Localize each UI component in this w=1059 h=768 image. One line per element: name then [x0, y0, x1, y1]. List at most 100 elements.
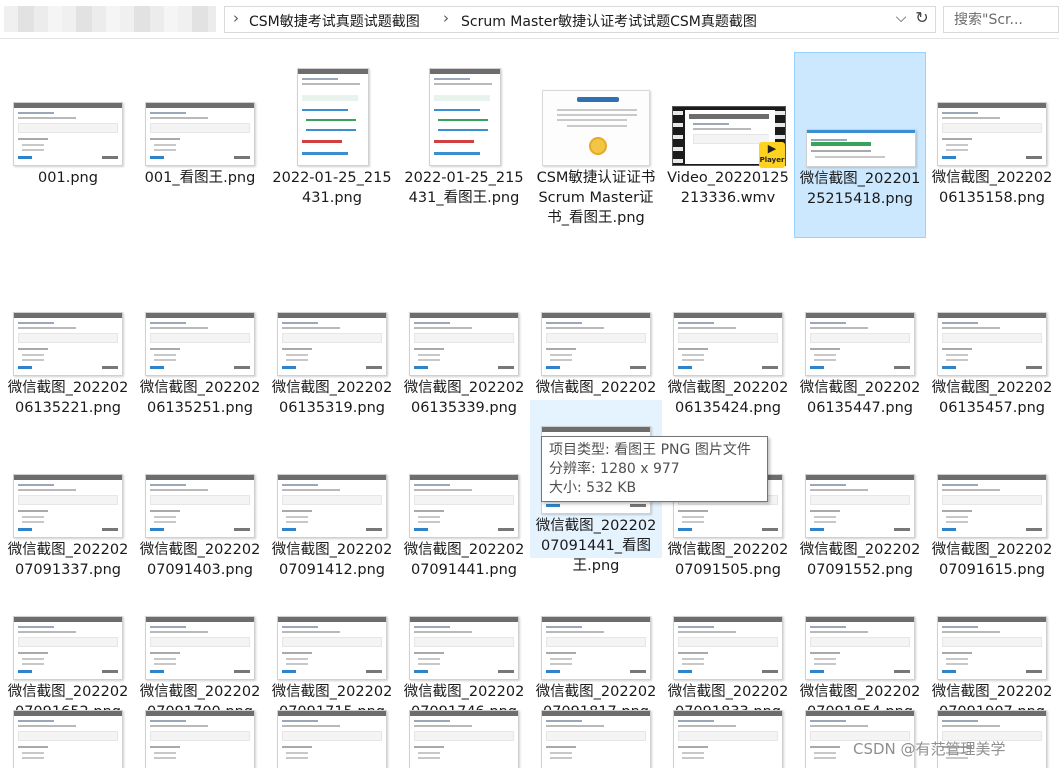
image-thumbnail — [145, 616, 255, 680]
image-thumbnail — [145, 102, 255, 166]
search-box[interactable] — [943, 6, 1059, 33]
image-thumbnail — [277, 312, 387, 376]
file-item[interactable] — [2, 708, 134, 768]
file-name-label: 微信截图_20220125215418.png — [799, 171, 921, 207]
file-item[interactable]: 微信截图_20220207091854.png — [794, 566, 926, 722]
image-thumbnail — [805, 312, 915, 376]
chevron-down-icon[interactable]: ⌵ — [893, 10, 909, 28]
file-item[interactable]: 微信截图_20220207091652.png — [2, 566, 134, 722]
file-item[interactable]: 微信截图_20220207091337.png — [2, 424, 134, 580]
image-thumbnail — [145, 710, 255, 768]
image-thumbnail — [805, 616, 915, 680]
image-thumbnail — [541, 710, 651, 768]
file-name-label: 微信截图_20220206135339.png — [403, 380, 525, 416]
image-thumbnail — [13, 474, 123, 538]
breadcrumb[interactable]: › CSM敏捷考试真题试题截图 › Scrum Master敏捷认证考试试题CS… — [224, 6, 936, 33]
breadcrumb-item-csm-folder[interactable]: CSM敏捷考试真题试题截图 — [249, 11, 420, 31]
file-name-label: 微信截图_20220206135221.png — [7, 380, 129, 416]
play-icon: ▶ Player — [759, 142, 785, 168]
file-name-label: Video_20220125213336.wmv — [667, 170, 789, 206]
file-item[interactable] — [266, 708, 398, 768]
file-item[interactable]: 微信截图_20220207091907.png — [926, 566, 1058, 722]
file-name-label: 微信截图_20220206135251.png — [139, 380, 261, 416]
file-item[interactable]: 微信截图_20220207091403.png — [134, 424, 266, 580]
file-item[interactable]: 微信截图_20220207091412.png — [266, 424, 398, 580]
file-item[interactable]: 微信截图_20220125215418.png — [794, 52, 926, 238]
image-thumbnail — [937, 102, 1047, 166]
address-bar: › CSM敏捷考试真题试题截图 › Scrum Master敏捷认证考试试题CS… — [0, 0, 1059, 39]
file-item[interactable]: ▶ Player Video_20220125213336.wmv — [662, 52, 794, 208]
certificate-thumbnail — [542, 90, 650, 166]
image-thumbnail — [673, 312, 783, 376]
file-item[interactable]: 微信截图_20220206135457.png — [926, 262, 1058, 418]
file-item[interactable] — [398, 708, 530, 768]
image-thumbnail — [409, 616, 519, 680]
file-item[interactable]: 微信截图_20220207091441.png — [398, 424, 530, 580]
file-item[interactable]: 微信截图_20220207091817.png — [530, 566, 662, 722]
image-thumbnail — [409, 710, 519, 768]
file-name-label: 微信截图_20220206135457.png — [931, 380, 1053, 416]
refresh-icon[interactable]: ↻ — [911, 8, 933, 30]
search-input[interactable] — [944, 7, 1058, 32]
blurred-navigation-area — [4, 6, 216, 32]
image-thumbnail — [277, 474, 387, 538]
image-thumbnail — [541, 616, 651, 680]
chevron-right-icon[interactable]: › — [443, 9, 449, 27]
image-thumbnail — [937, 474, 1047, 538]
file-info-tooltip: 项目类型: 看图王 PNG 图片文件 分辨率: 1280 x 977 大小: 5… — [541, 436, 768, 502]
file-item[interactable]: 微信截图_20220207091715.png — [266, 566, 398, 722]
image-thumbnail — [806, 129, 916, 167]
file-item[interactable]: 微信截图_20220206135414.png — [530, 262, 662, 418]
file-item[interactable]: 微信截图_20220207091552.png — [794, 424, 926, 580]
image-thumbnail — [409, 312, 519, 376]
image-thumbnail — [13, 312, 123, 376]
file-name-label: 2022-01-25_215431.png — [272, 170, 392, 206]
file-name-label: 001.png — [38, 170, 98, 186]
file-item[interactable]: 微信截图_20220206135447.png — [794, 262, 926, 418]
file-item[interactable]: 微信截图_20220207091746.png — [398, 566, 530, 722]
image-thumbnail — [429, 68, 501, 166]
breadcrumb-item-current-folder[interactable]: Scrum Master敏捷认证考试试题CSM真题截图 — [461, 11, 757, 31]
file-item[interactable]: 微信截图_20220206135424.png — [662, 262, 794, 418]
file-name-label: 微信截图_20220206135158.png — [931, 170, 1053, 206]
tooltip-resolution: 分辨率: 1280 x 977 — [549, 461, 680, 477]
image-thumbnail — [277, 616, 387, 680]
file-item[interactable]: 微信截图_20220207091833.png — [662, 566, 794, 722]
image-thumbnail — [13, 710, 123, 768]
file-name-label: 微信截图_20220206135424.png — [667, 380, 789, 416]
image-thumbnail — [541, 312, 651, 376]
file-item[interactable]: 微信截图_20220206135158.png — [926, 52, 1058, 208]
file-item[interactable]: 微信截图_20220206135339.png — [398, 262, 530, 418]
tooltip-size: 大小: 532 KB — [549, 480, 637, 496]
file-name-label: 微信截图_20220206135319.png — [271, 380, 393, 416]
file-name-label: CSM敏捷认证证书 Scrum Master证书_看图王.png — [536, 170, 656, 226]
file-item[interactable]: 微信截图_20220206135221.png — [2, 262, 134, 418]
image-thumbnail — [145, 474, 255, 538]
file-item[interactable]: 微信截图_20220207091615.png — [926, 424, 1058, 580]
tooltip-item-type: 项目类型: 看图王 PNG 图片文件 — [549, 442, 751, 458]
file-item[interactable]: CSM敏捷认证证书 Scrum Master证书_看图王.png — [530, 52, 662, 228]
file-item[interactable]: 微信截图_20220206135319.png — [266, 262, 398, 418]
image-thumbnail — [937, 616, 1047, 680]
image-thumbnail — [805, 474, 915, 538]
image-thumbnail — [13, 102, 123, 166]
file-name-label: 2022-01-25_215431_看图王.png — [404, 170, 524, 206]
file-item[interactable]: 微信截图_20220206135251.png — [134, 262, 266, 418]
image-thumbnail — [297, 68, 369, 166]
file-item[interactable] — [530, 708, 662, 768]
file-item[interactable]: 2022-01-25_215431.png — [266, 52, 398, 208]
image-thumbnail — [277, 710, 387, 768]
file-item[interactable]: 001_看图王.png — [134, 52, 266, 188]
image-thumbnail — [937, 312, 1047, 376]
image-thumbnail — [145, 312, 255, 376]
image-thumbnail — [673, 710, 783, 768]
file-item[interactable]: 2022-01-25_215431_看图王.png — [398, 52, 530, 208]
file-item[interactable] — [134, 708, 266, 768]
file-name-label: 微信截图_20220206135447.png — [799, 380, 921, 416]
chevron-right-icon[interactable]: › — [233, 9, 239, 27]
image-thumbnail — [409, 474, 519, 538]
csdn-watermark: CSDN @有范管理美学 — [853, 740, 1006, 758]
file-item[interactable]: 001.png — [2, 52, 134, 188]
file-item[interactable]: 微信截图_20220207091700.png — [134, 566, 266, 722]
file-item[interactable] — [662, 708, 794, 768]
